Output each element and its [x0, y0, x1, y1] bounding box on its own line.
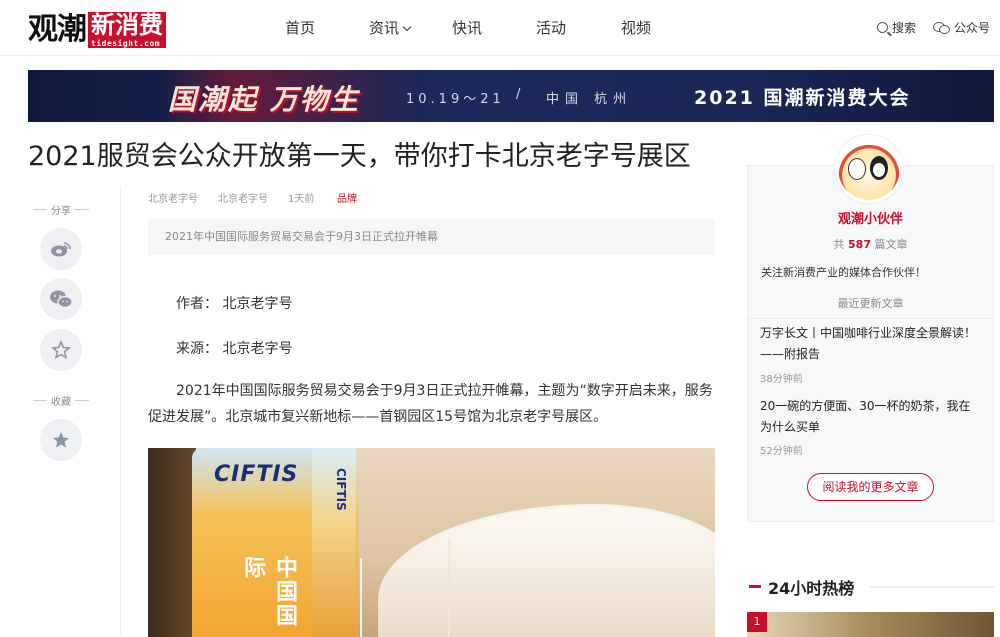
- top-header: 观潮 新消费 tidesight.com 首页 资讯 快讯 活动 视频 搜索 公…: [0, 0, 1000, 56]
- photo-left-frame: [148, 448, 196, 637]
- hot-item-image[interactable]: [747, 612, 994, 637]
- wechat-share-button[interactable]: [40, 278, 82, 320]
- wechat-icon: [933, 21, 951, 34]
- wechat-icon: [50, 290, 73, 309]
- photo-tent-pole: [448, 538, 450, 637]
- latest-article-link[interactable]: 20一碗的方便面、30一杯的奶茶，我在为什么买单: [760, 396, 982, 438]
- latest-articles-label: 最近更新文章: [837, 297, 904, 310]
- wechat-label: 公众号: [954, 21, 991, 35]
- article-summary: 2021年中国国际服务贸易交易会于9月3日正式拉开帷幕: [148, 219, 715, 255]
- author-avatar[interactable]: [835, 135, 903, 203]
- article-photo: CIFTIS CIFTIS 中国国际: [148, 448, 715, 637]
- logo-text: 观潮: [28, 12, 87, 47]
- article-title: 2021服贸会公众开放第一天，带你打卡北京老字号展区: [28, 141, 691, 172]
- author-line: 作者： 北京老字号: [176, 296, 293, 312]
- search-button[interactable]: 搜索: [877, 19, 916, 36]
- meta-author[interactable]: 北京老字号: [218, 190, 268, 205]
- star-outline-icon: [51, 340, 71, 360]
- latest-article-time: 38分钟前: [760, 374, 803, 385]
- site-logo[interactable]: 观潮 新消费 tidesight.com: [28, 8, 166, 48]
- nav-video[interactable]: 视频: [621, 17, 651, 38]
- photo-tent: [378, 504, 715, 637]
- divider: [870, 586, 994, 588]
- weibo-icon: [51, 242, 71, 257]
- share-label: 分享: [28, 202, 94, 217]
- latest-article-link[interactable]: 万字长文丨中国咖啡行业深度全景解读！——附报告: [760, 323, 982, 365]
- logo-url: tidesight.com: [91, 39, 161, 48]
- logo-box-text: 新消费: [91, 11, 163, 39]
- photo-ciftis-logo: CIFTIS: [214, 462, 299, 487]
- meta-time: 1天前: [288, 194, 315, 205]
- weibo-share-button[interactable]: [40, 228, 82, 270]
- nav-home[interactable]: 首页: [285, 17, 315, 38]
- nav-events[interactable]: 活动: [536, 17, 566, 38]
- article-body: 2021年中国国际服务贸易交易会于9月3日正式拉开帷幕，主题为“数字开启未来，服…: [148, 383, 713, 425]
- source-line: 来源： 北京老字号: [176, 341, 293, 357]
- star-share-button[interactable]: [40, 329, 82, 371]
- article-count: 共 587 篇文章: [747, 236, 994, 252]
- photo-tent-pole: [360, 558, 362, 637]
- meta-tag[interactable]: 品牌: [337, 190, 357, 205]
- count-suffix: 篇文章: [874, 238, 908, 251]
- banner-city: 中国 杭州: [546, 92, 633, 107]
- count-number: 587: [848, 238, 871, 251]
- nav-news-label: 资讯: [369, 19, 400, 37]
- banner-dates: 10.19～21: [406, 92, 505, 107]
- banner-separator: /: [516, 87, 521, 102]
- chevron-down-icon: [402, 22, 412, 32]
- hot-list-title: 24小时热榜: [768, 579, 855, 598]
- search-icon: [877, 22, 888, 33]
- star-icon: [53, 432, 69, 448]
- latest-article-time: 52分钟前: [760, 446, 803, 457]
- nav-flash[interactable]: 快讯: [452, 17, 482, 38]
- avatar-face: [848, 158, 866, 180]
- divider: [120, 186, 121, 637]
- more-articles-button[interactable]: 阅读我的更多文章: [807, 473, 934, 501]
- photo-ciftis-logo-side: CIFTIS: [334, 468, 348, 511]
- banner-slogan: 国潮起 万物生: [168, 83, 360, 116]
- search-label: 搜索: [892, 21, 917, 35]
- banner-conference: 2021 国潮新消费大会: [694, 87, 911, 109]
- meta-column[interactable]: 北京老字号: [148, 190, 198, 205]
- hot-list-marker: [749, 585, 761, 588]
- count-prefix: 共: [833, 238, 845, 251]
- photo-chinese-text: 中国国际: [240, 556, 297, 628]
- favorite-button[interactable]: [40, 419, 82, 461]
- avatar-face: [870, 156, 888, 180]
- nav-news[interactable]: 资讯: [369, 17, 412, 38]
- hot-item-rank: 1: [747, 612, 767, 632]
- logo-box: 新消费 tidesight.com: [88, 12, 166, 48]
- wechat-button[interactable]: 公众号: [933, 19, 990, 36]
- favorite-label: 收藏: [28, 393, 94, 408]
- author-description: 关注新消费产业的媒体合作伙伴！: [761, 266, 926, 279]
- promo-banner[interactable]: 国潮起 万物生 10.19～21 / 中国 杭州 2021 国潮新消费大会: [28, 70, 994, 122]
- divider: [747, 318, 994, 319]
- author-name[interactable]: 观潮小伙伴: [747, 208, 994, 227]
